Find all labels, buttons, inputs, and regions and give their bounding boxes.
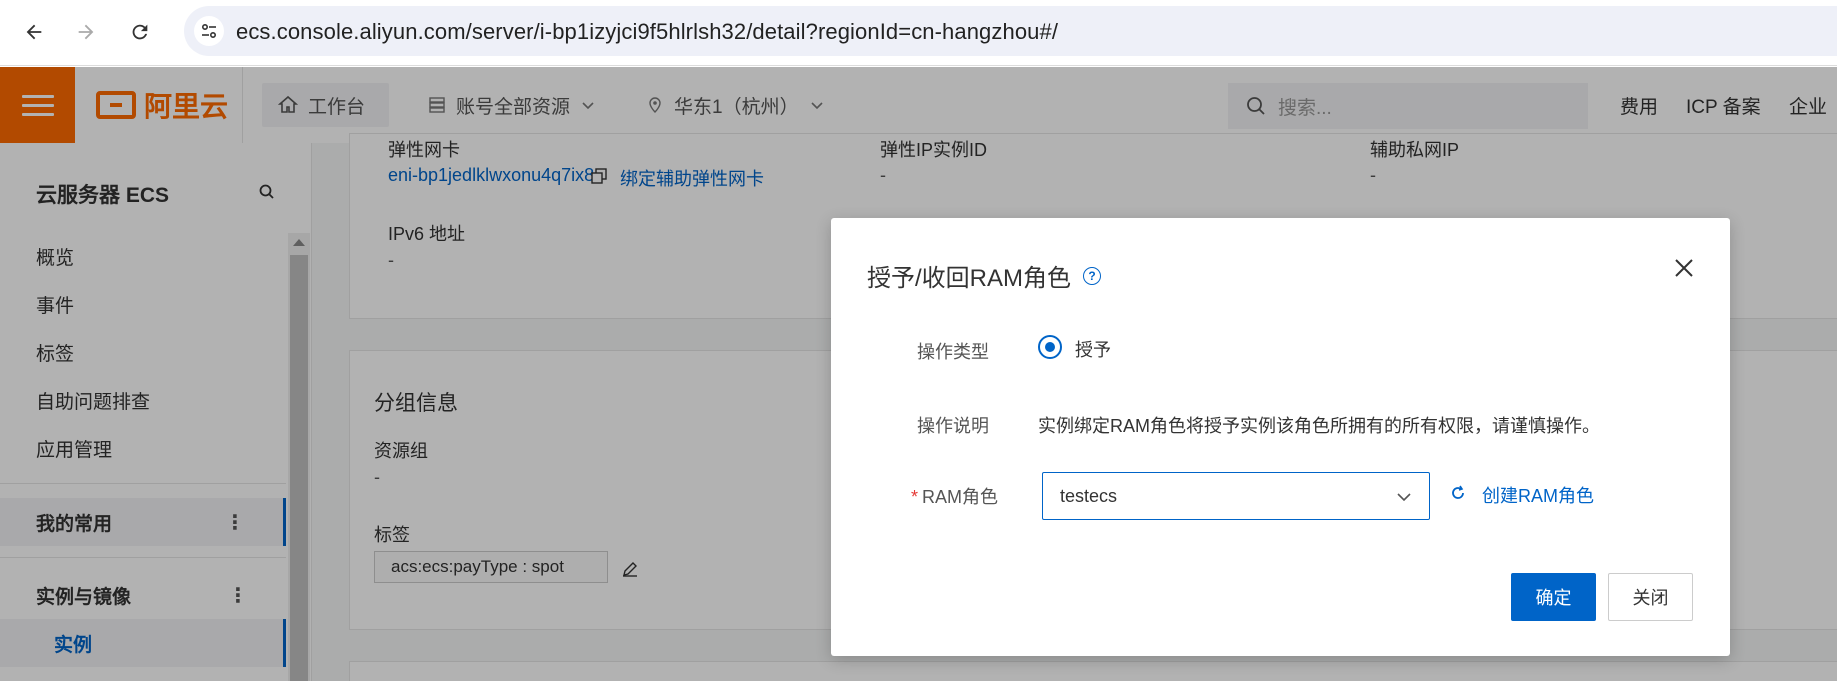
ram-role-value: testecs	[1060, 485, 1118, 506]
required-mark: *	[911, 487, 919, 507]
op-desc-label: 操作说明	[917, 416, 989, 436]
ram-role-label-text: RAM角色	[922, 487, 999, 507]
grant-radio[interactable]	[1038, 335, 1062, 359]
ram-role-label: * RAM角色	[911, 483, 998, 509]
close-button[interactable]: 关闭	[1608, 573, 1693, 621]
url-text: ecs.console.aliyun.com/server/i-bp1izyjc…	[236, 19, 1059, 44]
arrow-left-icon	[26, 24, 42, 40]
chevron-down-icon	[1397, 493, 1411, 502]
op-desc-text: 实例绑定RAM角色将授予实例该角色所拥有的所有权限，请谨慎操作。	[1038, 416, 1600, 436]
address-bar[interactable]: ecs.console.aliyun.com/server/i-bp1izyjc…	[184, 6, 1837, 56]
browser-toolbar: ecs.console.aliyun.com/server/i-bp1izyjc…	[0, 0, 1837, 66]
grant-radio-label[interactable]: 授予	[1075, 336, 1111, 362]
confirm-button[interactable]: 确定	[1511, 573, 1596, 621]
close-icon[interactable]	[1672, 256, 1696, 280]
arrow-right-icon	[78, 24, 94, 40]
ram-role-select[interactable]: testecs	[1042, 472, 1430, 520]
create-ram-role-link[interactable]: 创建RAM角色	[1482, 482, 1594, 508]
back-button[interactable]	[16, 14, 52, 50]
site-info-icon[interactable]	[194, 16, 224, 46]
op-type-label: 操作类型	[917, 342, 989, 362]
ram-role-dialog: 授予/收回RAM角色 ? 操作类型 授予 操作说明 实例绑定RAM角色将授予实例…	[831, 218, 1730, 656]
dialog-title-text: 授予/收回RAM角色	[867, 265, 1071, 292]
reload-icon	[132, 24, 148, 40]
help-icon[interactable]: ?	[1083, 266, 1101, 285]
reload-button[interactable]	[122, 14, 158, 50]
forward-button[interactable]	[68, 14, 104, 50]
dialog-title: 授予/收回RAM角色 ?	[867, 258, 1101, 293]
refresh-icon[interactable]	[1449, 484, 1467, 502]
